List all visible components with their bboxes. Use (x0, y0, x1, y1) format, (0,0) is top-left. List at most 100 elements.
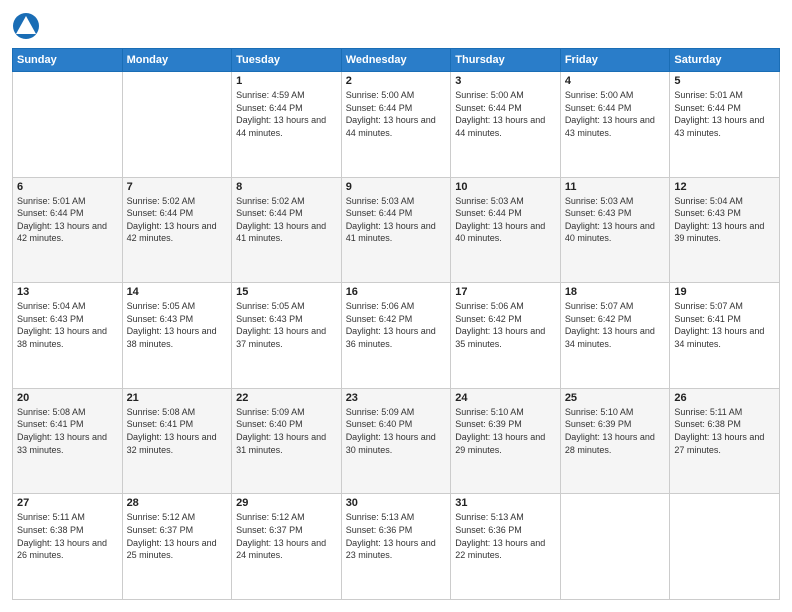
day-info: Sunrise: 5:04 AM Sunset: 6:43 PM Dayligh… (674, 195, 775, 245)
calendar-day-cell: 21 Sunrise: 5:08 AM Sunset: 6:41 PM Dayli… (122, 388, 232, 494)
day-info: Sunrise: 5:10 AM Sunset: 6:39 PM Dayligh… (565, 406, 666, 456)
day-number: 14 (127, 286, 228, 298)
day-number: 21 (127, 392, 228, 404)
calendar-day-cell: 5 Sunrise: 5:01 AM Sunset: 6:44 PM Daylig… (670, 72, 780, 178)
day-info: Sunrise: 5:11 AM Sunset: 6:38 PM Dayligh… (674, 406, 775, 456)
weekday-header: Tuesday (232, 49, 342, 72)
weekday-header: Friday (560, 49, 670, 72)
calendar-day-cell: 30 Sunrise: 5:13 AM Sunset: 6:36 PM Dayli… (341, 494, 451, 600)
day-info: Sunrise: 5:13 AM Sunset: 6:36 PM Dayligh… (455, 511, 556, 561)
day-info: Sunrise: 5:03 AM Sunset: 6:44 PM Dayligh… (346, 195, 447, 245)
day-number: 11 (565, 181, 666, 193)
calendar-day-cell: 17Sunrise: 5:06 AM Sunset: 6:42 PM Dayli… (451, 283, 561, 389)
day-info: Sunrise: 5:08 AM Sunset: 6:41 PM Dayligh… (127, 406, 228, 456)
calendar-week-row: 6 Sunrise: 5:01 AM Sunset: 6:44 PM Daylig… (13, 177, 780, 283)
calendar-day-cell (670, 494, 780, 600)
day-info: Sunrise: 5:03 AM Sunset: 6:44 PM Dayligh… (455, 195, 556, 245)
calendar-day-cell: 9 Sunrise: 5:03 AM Sunset: 6:44 PM Daylig… (341, 177, 451, 283)
weekday-header: Sunday (13, 49, 123, 72)
calendar-day-cell: 2 Sunrise: 5:00 AM Sunset: 6:44 PM Daylig… (341, 72, 451, 178)
day-info: Sunrise: 5:02 AM Sunset: 6:44 PM Dayligh… (236, 195, 337, 245)
day-info: Sunrise: 5:07 AM Sunset: 6:42 PM Dayligh… (565, 300, 666, 350)
day-number: 29 (236, 497, 337, 509)
day-number: 5 (674, 75, 775, 87)
calendar-day-cell: 20 Sunrise: 5:08 AM Sunset: 6:41 PM Dayli… (13, 388, 123, 494)
day-info: Sunrise: 5:03 AM Sunset: 6:43 PM Dayligh… (565, 195, 666, 245)
day-info: Sunrise: 5:08 AM Sunset: 6:41 PM Dayligh… (17, 406, 118, 456)
weekday-header: Wednesday (341, 49, 451, 72)
calendar-day-cell: 31 Sunrise: 5:13 AM Sunset: 6:36 PM Dayli… (451, 494, 561, 600)
calendar-day-cell (560, 494, 670, 600)
day-info: Sunrise: 5:10 AM Sunset: 6:39 PM Dayligh… (455, 406, 556, 456)
day-number: 23 (346, 392, 447, 404)
weekday-header: Saturday (670, 49, 780, 72)
day-info: Sunrise: 5:11 AM Sunset: 6:38 PM Dayligh… (17, 511, 118, 561)
day-info: Sunrise: 5:00 AM Sunset: 6:44 PM Dayligh… (455, 89, 556, 139)
calendar-day-cell (122, 72, 232, 178)
day-number: 13 (17, 286, 118, 298)
day-number: 30 (346, 497, 447, 509)
calendar-day-cell: 4Sunrise: 5:00 AM Sunset: 6:44 PM Daylig… (560, 72, 670, 178)
logo-icon (12, 12, 40, 40)
calendar-day-cell: 11 Sunrise: 5:03 AM Sunset: 6:43 PM Dayli… (560, 177, 670, 283)
page: SundayMondayTuesdayWednesdayThursdayFrid… (0, 0, 792, 612)
day-number: 28 (127, 497, 228, 509)
day-info: Sunrise: 5:12 AM Sunset: 6:37 PM Dayligh… (236, 511, 337, 561)
day-number: 27 (17, 497, 118, 509)
header (12, 12, 780, 40)
calendar-day-cell: 10 Sunrise: 5:03 AM Sunset: 6:44 PM Dayli… (451, 177, 561, 283)
calendar-day-cell: 7 Sunrise: 5:02 AM Sunset: 6:44 PM Daylig… (122, 177, 232, 283)
weekday-header: Thursday (451, 49, 561, 72)
calendar-day-cell: 15 Sunrise: 5:05 AM Sunset: 6:43 PM Dayli… (232, 283, 342, 389)
day-number: 3 (455, 75, 556, 87)
day-info: Sunrise: 5:02 AM Sunset: 6:44 PM Dayligh… (127, 195, 228, 245)
day-info: Sunrise: 5:00 AM Sunset: 6:44 PM Dayligh… (346, 89, 447, 139)
calendar-day-cell: 29 Sunrise: 5:12 AM Sunset: 6:37 PM Dayli… (232, 494, 342, 600)
day-number: 6 (17, 181, 118, 193)
calendar-day-cell: 25Sunrise: 5:10 AM Sunset: 6:39 PM Dayli… (560, 388, 670, 494)
calendar-day-cell: 19 Sunrise: 5:07 AM Sunset: 6:41 PM Dayli… (670, 283, 780, 389)
calendar-day-cell: 24 Sunrise: 5:10 AM Sunset: 6:39 PM Dayli… (451, 388, 561, 494)
day-number: 17 (455, 286, 556, 298)
calendar-week-row: 1Sunrise: 4:59 AM Sunset: 6:44 PM Daylig… (13, 72, 780, 178)
day-info: Sunrise: 5:12 AM Sunset: 6:37 PM Dayligh… (127, 511, 228, 561)
day-number: 10 (455, 181, 556, 193)
logo (12, 12, 44, 40)
day-number: 18 (565, 286, 666, 298)
day-info: Sunrise: 5:00 AM Sunset: 6:44 PM Dayligh… (565, 89, 666, 139)
calendar-table: SundayMondayTuesdayWednesdayThursdayFrid… (12, 48, 780, 600)
day-number: 9 (346, 181, 447, 193)
calendar-week-row: 20 Sunrise: 5:08 AM Sunset: 6:41 PM Dayli… (13, 388, 780, 494)
day-number: 31 (455, 497, 556, 509)
day-info: Sunrise: 5:06 AM Sunset: 6:42 PM Dayligh… (346, 300, 447, 350)
calendar-day-cell: 1Sunrise: 4:59 AM Sunset: 6:44 PM Daylig… (232, 72, 342, 178)
day-info: Sunrise: 5:04 AM Sunset: 6:43 PM Dayligh… (17, 300, 118, 350)
calendar-day-cell: 13 Sunrise: 5:04 AM Sunset: 6:43 PM Dayli… (13, 283, 123, 389)
calendar-day-cell: 28 Sunrise: 5:12 AM Sunset: 6:37 PM Dayli… (122, 494, 232, 600)
day-number: 20 (17, 392, 118, 404)
day-number: 16 (346, 286, 447, 298)
day-info: Sunrise: 5:09 AM Sunset: 6:40 PM Dayligh… (236, 406, 337, 456)
day-number: 19 (674, 286, 775, 298)
calendar-header-row: SundayMondayTuesdayWednesdayThursdayFrid… (13, 49, 780, 72)
calendar-day-cell: 12Sunrise: 5:04 AM Sunset: 6:43 PM Dayli… (670, 177, 780, 283)
day-info: Sunrise: 5:01 AM Sunset: 6:44 PM Dayligh… (674, 89, 775, 139)
day-info: Sunrise: 5:07 AM Sunset: 6:41 PM Dayligh… (674, 300, 775, 350)
weekday-header: Monday (122, 49, 232, 72)
calendar-day-cell: 27 Sunrise: 5:11 AM Sunset: 6:38 PM Dayli… (13, 494, 123, 600)
day-info: Sunrise: 5:01 AM Sunset: 6:44 PM Dayligh… (17, 195, 118, 245)
calendar-day-cell: 16 Sunrise: 5:06 AM Sunset: 6:42 PM Dayli… (341, 283, 451, 389)
calendar-week-row: 13 Sunrise: 5:04 AM Sunset: 6:43 PM Dayli… (13, 283, 780, 389)
day-info: Sunrise: 5:05 AM Sunset: 6:43 PM Dayligh… (236, 300, 337, 350)
day-number: 15 (236, 286, 337, 298)
day-number: 8 (236, 181, 337, 193)
calendar-day-cell (13, 72, 123, 178)
calendar-day-cell: 26Sunrise: 5:11 AM Sunset: 6:38 PM Dayli… (670, 388, 780, 494)
day-number: 24 (455, 392, 556, 404)
day-info: Sunrise: 5:13 AM Sunset: 6:36 PM Dayligh… (346, 511, 447, 561)
day-number: 2 (346, 75, 447, 87)
calendar-day-cell: 3 Sunrise: 5:00 AM Sunset: 6:44 PM Daylig… (451, 72, 561, 178)
calendar-day-cell: 6 Sunrise: 5:01 AM Sunset: 6:44 PM Daylig… (13, 177, 123, 283)
day-info: Sunrise: 5:09 AM Sunset: 6:40 PM Dayligh… (346, 406, 447, 456)
day-number: 7 (127, 181, 228, 193)
